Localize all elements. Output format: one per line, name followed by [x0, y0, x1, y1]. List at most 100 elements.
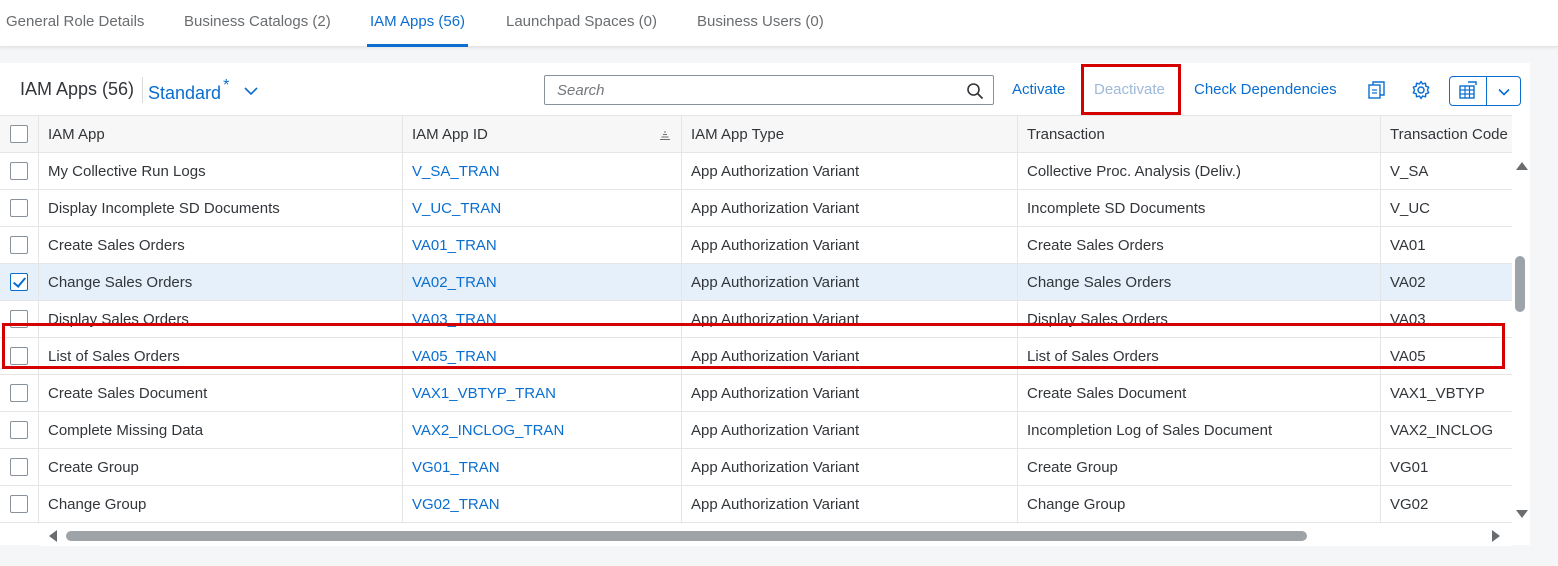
cell-transaction-code: V_SA	[1390, 162, 1429, 180]
search-icon[interactable]	[966, 82, 984, 100]
row-checkbox[interactable]	[10, 310, 28, 328]
column-header-iam-app[interactable]: IAM App	[39, 116, 403, 152]
row-checkbox[interactable]	[10, 162, 28, 180]
row-checkbox[interactable]	[10, 384, 28, 402]
cell-transaction: Change Sales Orders	[1018, 264, 1381, 300]
deactivate-highlight-box	[1081, 64, 1181, 115]
cell-transaction: Create Sales Document	[1018, 375, 1381, 411]
cell-transaction: Incompletion Log of Sales Document	[1018, 412, 1381, 448]
activate-button[interactable]: Activate	[1012, 81, 1065, 98]
cell-iam-app: Create Sales Orders	[39, 227, 403, 263]
cell-iam-app: Display Incomplete SD Documents	[39, 190, 403, 226]
scroll-right-icon[interactable]	[1492, 530, 1500, 542]
iam-app-id-link[interactable]: VG01_TRAN	[412, 459, 500, 476]
cell-transaction-code: VAX2_INCLOG	[1390, 421, 1494, 439]
cell-iam-app: My Collective Run Logs	[39, 153, 403, 189]
cell-transaction-code: VG01	[1390, 458, 1429, 476]
column-header-iam-app-type[interactable]: IAM App Type	[682, 116, 1018, 152]
variant-name: Standard	[148, 83, 222, 103]
horizontal-scrollbar[interactable]	[39, 526, 1512, 546]
cell-iam-app: Change Group	[39, 486, 403, 522]
cell-iam-app: Create Sales Document	[39, 375, 403, 411]
horizontal-scroll-thumb[interactable]	[66, 531, 1307, 541]
cell-iam-app-type: App Authorization Variant	[682, 338, 1018, 374]
vertical-scroll-thumb[interactable]	[1515, 256, 1525, 312]
cell-iam-app: Complete Missing Data	[39, 412, 403, 448]
iam-app-id-link[interactable]: VA05_TRAN	[412, 348, 497, 365]
tab-general-role-details[interactable]: General Role Details	[6, 0, 144, 47]
toolbar-divider	[142, 77, 143, 103]
table-row[interactable]: Create Group VG01_TRAN App Authorization V…	[0, 449, 1512, 486]
vertical-scrollbar[interactable]	[1512, 154, 1530, 526]
table-row[interactable]: Change Sales Orders VA02_TRAN App Authoriz…	[0, 264, 1512, 301]
cell-transaction: Collective Proc. Analysis (Deliv.)	[1018, 153, 1381, 189]
iam-app-id-link[interactable]: V_SA_TRAN	[412, 163, 500, 180]
table-toolbar: IAM Apps (56) Standard* Activate Deactiv…	[0, 63, 1530, 115]
iam-app-id-link[interactable]: V_UC_TRAN	[412, 200, 501, 217]
search-input[interactable]	[545, 76, 955, 104]
table-row[interactable]: Display Incomplete SD Documents V_UC_TRAN…	[0, 190, 1512, 227]
check-dependencies-button[interactable]: Check Dependencies	[1194, 81, 1337, 98]
table-export-icon[interactable]	[1458, 81, 1478, 101]
gear-icon[interactable]	[1410, 79, 1432, 101]
iam-app-id-link[interactable]: VA01_TRAN	[412, 237, 497, 254]
row-checkbox[interactable]	[10, 236, 28, 254]
iam-app-id-link[interactable]: VAX1_VBTYP_TRAN	[412, 385, 556, 402]
column-header-transaction-code[interactable]: Transaction Code	[1381, 116, 1512, 152]
tab-iam-apps[interactable]: IAM Apps (56)	[366, 0, 469, 47]
tab-business-catalogs[interactable]: Business Catalogs (2)	[184, 0, 331, 47]
table-row[interactable]: My Collective Run Logs V_SA_TRAN App Autho…	[0, 153, 1512, 190]
column-header-label: IAM App ID	[412, 125, 488, 143]
column-header-transaction[interactable]: Transaction	[1018, 116, 1381, 152]
copy-icon[interactable]	[1366, 79, 1388, 101]
cell-iam-app: Display Sales Orders	[39, 301, 403, 337]
tab-business-users[interactable]: Business Users (0)	[697, 0, 824, 47]
table-row[interactable]: Create Sales Document VAX1_VBTYP_TRAN App …	[0, 375, 1512, 412]
tab-launchpad-spaces[interactable]: Launchpad Spaces (0)	[506, 0, 657, 47]
row-checkbox[interactable]	[10, 347, 28, 365]
cell-transaction: Display Sales Orders	[1018, 301, 1381, 337]
cell-iam-app-type: App Authorization Variant	[682, 486, 1018, 522]
table-row[interactable]: List of Sales Orders VA05_TRAN App Authori…	[0, 338, 1512, 375]
scroll-left-icon[interactable]	[49, 530, 57, 542]
cell-iam-app-type: App Authorization Variant	[682, 227, 1018, 263]
cell-transaction: Create Group	[1018, 449, 1381, 485]
iam-app-id-link[interactable]: VA03_TRAN	[412, 311, 497, 328]
cell-iam-app-type: App Authorization Variant	[682, 301, 1018, 337]
scroll-down-icon[interactable]	[1516, 510, 1528, 518]
variant-selector[interactable]: Standard *	[148, 77, 229, 104]
iam-app-id-link[interactable]: VG02_TRAN	[412, 496, 500, 513]
cell-iam-app-type: App Authorization Variant	[682, 264, 1018, 300]
iam-app-id-link[interactable]: VAX2_INCLOG_TRAN	[412, 422, 564, 439]
iam-app-id-link[interactable]: VA02_TRAN	[412, 274, 497, 291]
iam-apps-panel: IAM Apps (56) Standard* Activate Deactiv…	[0, 63, 1530, 546]
cell-transaction-code: VA02	[1390, 273, 1426, 291]
chevron-down-icon[interactable]	[243, 83, 259, 99]
table-row[interactable]: Complete Missing Data VAX2_INCLOG_TRAN App…	[0, 412, 1512, 449]
cell-transaction-code: VA03	[1390, 310, 1426, 328]
cell-iam-app-type: App Authorization Variant	[682, 153, 1018, 189]
row-checkbox[interactable]	[10, 458, 28, 476]
cell-transaction-code: VG02	[1390, 495, 1429, 513]
sort-ascending-icon	[660, 131, 670, 140]
row-checkbox[interactable]	[10, 273, 28, 291]
table-row[interactable]: Display Sales Orders VA03_TRAN App Authori…	[0, 301, 1512, 338]
table-row[interactable]: Change Group VG02_TRAN App Authorization V…	[0, 486, 1512, 523]
row-checkbox[interactable]	[10, 421, 28, 439]
cell-iam-app-type: App Authorization Variant	[682, 375, 1018, 411]
select-all-checkbox[interactable]	[10, 125, 28, 143]
cell-transaction: List of Sales Orders	[1018, 338, 1381, 374]
chevron-down-icon[interactable]	[1496, 84, 1512, 100]
cell-transaction: Create Sales Orders	[1018, 227, 1381, 263]
scroll-up-icon[interactable]	[1516, 162, 1528, 170]
row-checkbox[interactable]	[10, 495, 28, 513]
cell-transaction-code: VAX1_VBTYP	[1390, 384, 1485, 402]
cell-transaction: Incomplete SD Documents	[1018, 190, 1381, 226]
cell-transaction-code: V_UC	[1390, 199, 1431, 217]
cell-transaction: Change Group	[1018, 486, 1381, 522]
table-row[interactable]: Create Sales Orders VA01_TRAN App Authoriz…	[0, 227, 1512, 264]
column-header-iam-app-id[interactable]: IAM App ID	[403, 116, 682, 152]
table-header-row: IAM App IAM App ID IAM App Type Transact…	[0, 115, 1512, 153]
search-field[interactable]	[544, 75, 994, 105]
row-checkbox[interactable]	[10, 199, 28, 217]
